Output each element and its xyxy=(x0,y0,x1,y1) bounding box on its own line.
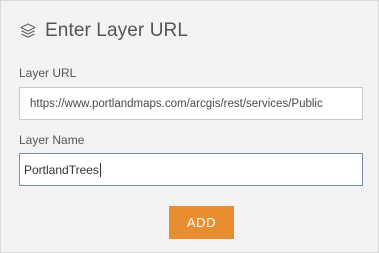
add-button[interactable]: ADD xyxy=(169,206,234,239)
layer-name-input[interactable]: PortlandTrees xyxy=(19,153,363,186)
layer-url-input[interactable]: https://www.portlandmaps.com/arcgis/rest… xyxy=(19,87,363,120)
layer-name-value: PortlandTrees xyxy=(24,162,99,177)
panel-title: Enter Layer URL xyxy=(45,20,189,41)
panel-header: Enter Layer URL xyxy=(19,19,188,43)
layers-icon xyxy=(19,22,37,40)
text-cursor xyxy=(99,162,101,177)
layer-url-label: Layer URL xyxy=(19,66,77,80)
layer-url-value: https://www.portlandmaps.com/arcgis/rest… xyxy=(30,97,323,110)
layer-name-label: Layer Name xyxy=(19,133,85,147)
enter-layer-url-panel: Enter Layer URL Layer URL https://www.po… xyxy=(0,0,379,253)
